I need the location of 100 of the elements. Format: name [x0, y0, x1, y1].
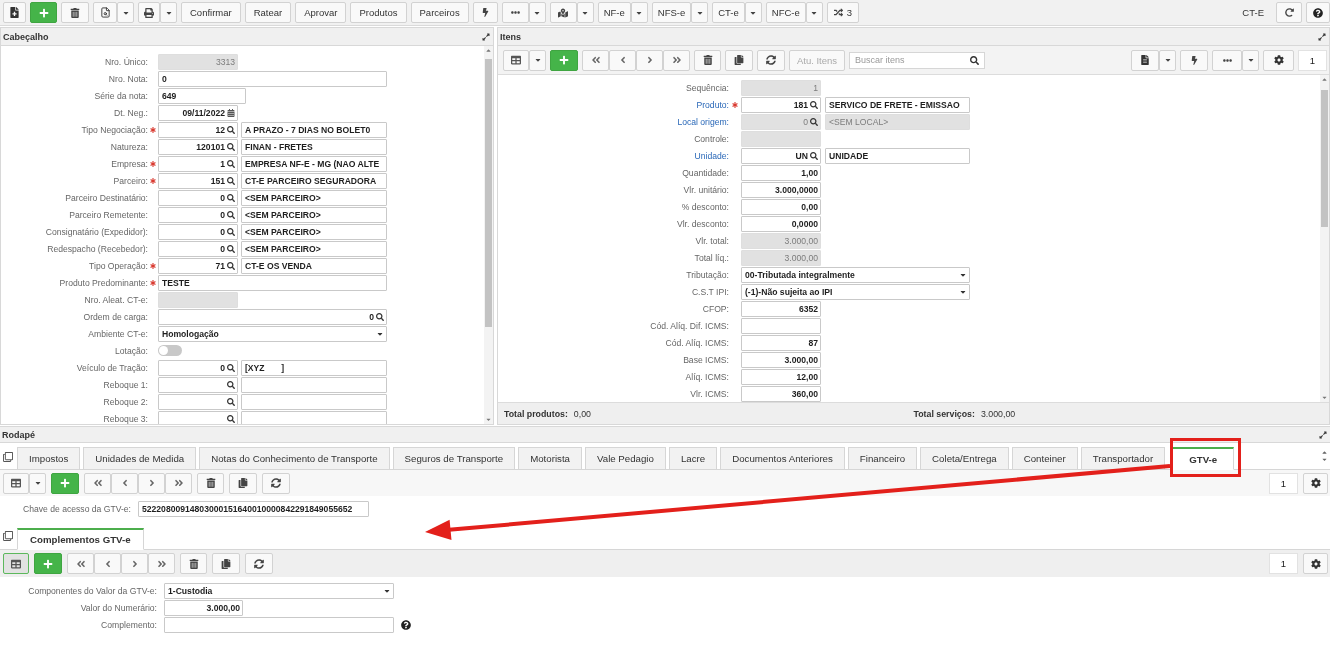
toolbar-button[interactable]: Confirmar — [181, 2, 241, 23]
last-page-button[interactable] — [148, 553, 175, 574]
code-field[interactable]: 181 — [741, 96, 821, 113]
next-button[interactable] — [121, 553, 148, 574]
toggle-switch[interactable] — [158, 345, 182, 356]
description-field[interactable]: CT-E PARCEIRO SEGURADORA — [241, 172, 387, 189]
tab[interactable]: GTV-e — [1172, 447, 1235, 470]
tab[interactable]: Documentos Anteriores — [720, 447, 845, 470]
refresh-button[interactable] — [757, 49, 785, 71]
tab[interactable]: Coleta/Entrega — [920, 447, 1009, 470]
refresh-button[interactable] — [262, 472, 290, 494]
input-field[interactable]: 3.000,00 — [741, 351, 821, 368]
dropdown[interactable]: (-1)-Não sujeita ao IPI — [741, 283, 970, 300]
reload-button[interactable] — [1276, 2, 1302, 23]
description-field[interactable]: <SEM PARCEIRO> — [241, 240, 387, 257]
delete-button[interactable] — [180, 553, 207, 574]
code-field[interactable]: 0 — [158, 240, 238, 257]
code-field[interactable]: 1 — [158, 155, 238, 172]
scrollbar[interactable] — [484, 46, 493, 424]
page-field[interactable]: 1 — [1269, 553, 1298, 574]
first-page-button[interactable] — [84, 472, 111, 494]
tab[interactable]: Lacre — [668, 447, 718, 470]
toolbar-button[interactable]: Produtos — [350, 2, 407, 23]
previous-button[interactable] — [111, 472, 138, 494]
input-field[interactable]: 0,00 — [741, 198, 821, 215]
delete-button[interactable] — [694, 49, 721, 71]
description-field[interactable]: UNIDADE — [825, 147, 970, 164]
input-field[interactable] — [164, 616, 394, 633]
toolbar-button[interactable]: Ratear — [244, 2, 292, 23]
document-type-button[interactable]: NFS-e — [651, 2, 692, 23]
new-document-button[interactable] — [3, 2, 26, 23]
document-button[interactable] — [1131, 49, 1159, 71]
dropdown[interactable]: Homologação — [158, 325, 387, 342]
settings-button[interactable] — [1263, 49, 1294, 71]
date-field[interactable]: 09/11/2022 — [158, 104, 238, 121]
first-page-button[interactable] — [582, 49, 609, 71]
more-button[interactable] — [501, 2, 529, 23]
page-field[interactable]: 1 — [1298, 49, 1327, 71]
copy-button[interactable] — [725, 49, 753, 71]
document-type-button[interactable]: CT-e — [712, 2, 745, 23]
settings-button[interactable] — [1303, 553, 1328, 574]
description-field[interactable]: SERVICO DE FRETE - EMISSAO — [825, 96, 970, 113]
code-field[interactable]: 0 — [158, 206, 238, 223]
description-field[interactable]: <SEM PARCEIRO> — [241, 189, 387, 206]
shuffle-button[interactable]: 3 — [826, 2, 860, 23]
code-field[interactable]: 0 — [158, 189, 238, 206]
input-field[interactable] — [741, 317, 821, 334]
input-field[interactable]: 1,00 — [741, 164, 821, 181]
description-field[interactable]: A PRAZO - 7 DIAS NO BOLET0 — [241, 121, 387, 138]
description-field[interactable]: EMPRESA NF-E - MG (NAO ALTE — [241, 155, 387, 172]
input-field[interactable]: 6352 — [741, 300, 821, 317]
tab[interactable]: Conteiner — [1011, 447, 1078, 470]
delete-button[interactable] — [197, 472, 224, 494]
code-field[interactable]: 12 — [158, 121, 238, 138]
table-view-button[interactable] — [3, 553, 29, 574]
tab[interactable]: Motorista — [518, 447, 582, 470]
description-field[interactable]: [XYZ ] — [241, 359, 387, 376]
add-button[interactable] — [51, 472, 79, 494]
last-page-button[interactable] — [165, 472, 192, 494]
print-button[interactable] — [138, 2, 160, 23]
tab[interactable]: Notas do Conhecimento de Transporte — [199, 447, 390, 470]
bolt-button[interactable] — [1180, 49, 1208, 71]
code-field[interactable]: 151 — [158, 172, 238, 189]
next-button[interactable] — [138, 472, 165, 494]
help-button[interactable] — [1306, 2, 1330, 23]
document-search-button[interactable] — [93, 2, 117, 23]
scrollbar-thumb[interactable] — [485, 59, 492, 327]
tab[interactable]: Transportador — [1080, 447, 1166, 470]
input-field[interactable]: 0 — [158, 70, 387, 87]
first-page-button[interactable] — [67, 553, 94, 574]
scrollbar-thumb[interactable] — [1321, 90, 1328, 227]
settings-button[interactable] — [1303, 472, 1328, 494]
code-field[interactable]: UN — [741, 147, 821, 164]
next-button[interactable] — [636, 49, 663, 71]
document-type-button[interactable]: NFC-e — [765, 2, 806, 23]
refresh-button[interactable] — [245, 553, 273, 574]
input-field[interactable]: 649 — [158, 87, 246, 104]
input-field[interactable]: 87 — [741, 334, 821, 351]
tab[interactable]: Financeiro — [847, 447, 918, 470]
code-field[interactable]: 0 — [158, 359, 238, 376]
description-field[interactable] — [241, 376, 387, 393]
description-field[interactable]: FINAN - FRETES — [241, 138, 387, 155]
code-field[interactable]: 0 — [158, 223, 238, 240]
table-view-button[interactable] — [503, 49, 529, 71]
scrollbar[interactable] — [1320, 75, 1329, 402]
input-field[interactable]: 52220800914803000151640010000842291849055652 — [138, 500, 369, 517]
bolt-button[interactable] — [472, 2, 498, 23]
delete-button[interactable] — [61, 2, 89, 23]
input-field[interactable]: 360,00 — [741, 385, 821, 402]
add-button[interactable] — [34, 553, 62, 574]
dropdown[interactable]: 1-Custodia — [164, 582, 394, 599]
previous-button[interactable] — [609, 49, 636, 71]
tab[interactable]: Impostos — [17, 447, 81, 470]
code-field[interactable]: 120101 — [158, 138, 238, 155]
tab[interactable]: Complementos GTV-e — [17, 528, 144, 550]
input-field[interactable]: TESTE — [158, 274, 387, 291]
add-button[interactable] — [550, 49, 578, 71]
description-field[interactable]: <SEM PARCEIRO> — [241, 223, 387, 240]
toolbar-button[interactable]: Parceiros — [410, 2, 469, 23]
code-field[interactable] — [158, 410, 238, 424]
